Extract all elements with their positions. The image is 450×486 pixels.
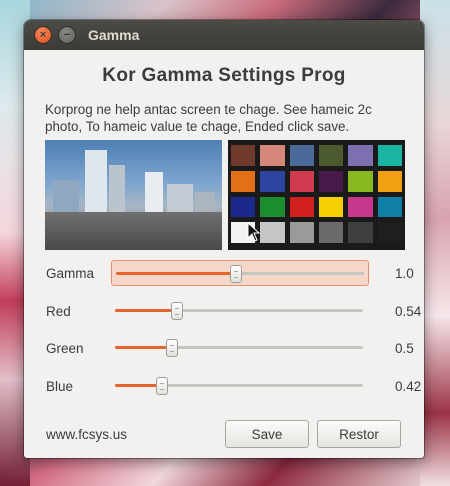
mouse-cursor-icon bbox=[247, 222, 261, 242]
color-patch bbox=[348, 196, 373, 218]
color-patch bbox=[348, 145, 373, 166]
color-patch bbox=[319, 170, 344, 192]
gamma-window: × − Gamma Kor Gamma Settings Prog Korpro… bbox=[24, 20, 424, 458]
slider-handle[interactable] bbox=[165, 339, 178, 357]
color-patch bbox=[319, 196, 344, 218]
window-title: Gamma bbox=[88, 27, 140, 43]
color-patch bbox=[260, 145, 285, 166]
slider-label: Red bbox=[46, 303, 71, 319]
blue-slider[interactable] bbox=[111, 373, 367, 397]
green-slider[interactable] bbox=[111, 335, 367, 359]
gamma-slider[interactable] bbox=[111, 260, 369, 286]
color-patch bbox=[260, 196, 285, 218]
color-checker-photo bbox=[228, 140, 405, 250]
color-patch bbox=[231, 145, 256, 166]
desktop-wallpaper-right bbox=[420, 0, 450, 486]
color-patch bbox=[231, 170, 256, 192]
title-bar[interactable]: × − Gamma bbox=[24, 20, 424, 50]
restor-button[interactable]: Restor bbox=[317, 420, 401, 448]
slider-row-blue: Blue 0.42 bbox=[46, 376, 421, 417]
slider-value: 0.54 bbox=[395, 303, 422, 319]
color-patch bbox=[377, 170, 402, 192]
sample-photos bbox=[45, 140, 405, 250]
red-slider[interactable] bbox=[111, 298, 367, 322]
color-patch bbox=[260, 170, 285, 192]
save-button[interactable]: Save bbox=[225, 420, 309, 448]
slider-label: Gamma bbox=[46, 266, 95, 281]
description-text: Korprog ne help antac screen te chage. S… bbox=[45, 102, 372, 134]
color-patch bbox=[319, 222, 344, 243]
color-patch bbox=[260, 222, 285, 243]
city-road bbox=[45, 212, 222, 250]
color-patch bbox=[348, 222, 373, 243]
color-patch bbox=[348, 170, 373, 192]
color-patch bbox=[319, 145, 344, 166]
slider-group: Gamma 1.0 Red 0.54 Green 0.5 Blue 0.42 bbox=[46, 260, 421, 417]
website-link[interactable]: www.fcsys.us bbox=[46, 427, 127, 442]
color-patch bbox=[377, 222, 402, 243]
color-patch bbox=[289, 145, 314, 166]
page-title: Kor Gamma Settings Prog bbox=[102, 65, 346, 86]
slider-handle[interactable] bbox=[170, 301, 183, 320]
minimize-icon[interactable]: − bbox=[58, 26, 76, 44]
color-patch bbox=[289, 170, 314, 192]
close-icon[interactable]: × bbox=[34, 26, 52, 44]
color-patch bbox=[377, 196, 402, 218]
slider-value: 0.5 bbox=[395, 341, 414, 356]
color-patch bbox=[231, 196, 256, 218]
color-patch bbox=[377, 145, 402, 166]
slider-value: 1.0 bbox=[395, 266, 414, 281]
color-patch bbox=[289, 222, 314, 243]
color-patch bbox=[289, 196, 314, 218]
slider-handle[interactable] bbox=[155, 376, 168, 395]
slider-label: Blue bbox=[46, 378, 74, 394]
slider-value: 0.42 bbox=[395, 378, 422, 394]
slider-handle[interactable] bbox=[230, 265, 243, 283]
slider-label: Green bbox=[46, 341, 84, 356]
city-photo bbox=[45, 140, 222, 250]
